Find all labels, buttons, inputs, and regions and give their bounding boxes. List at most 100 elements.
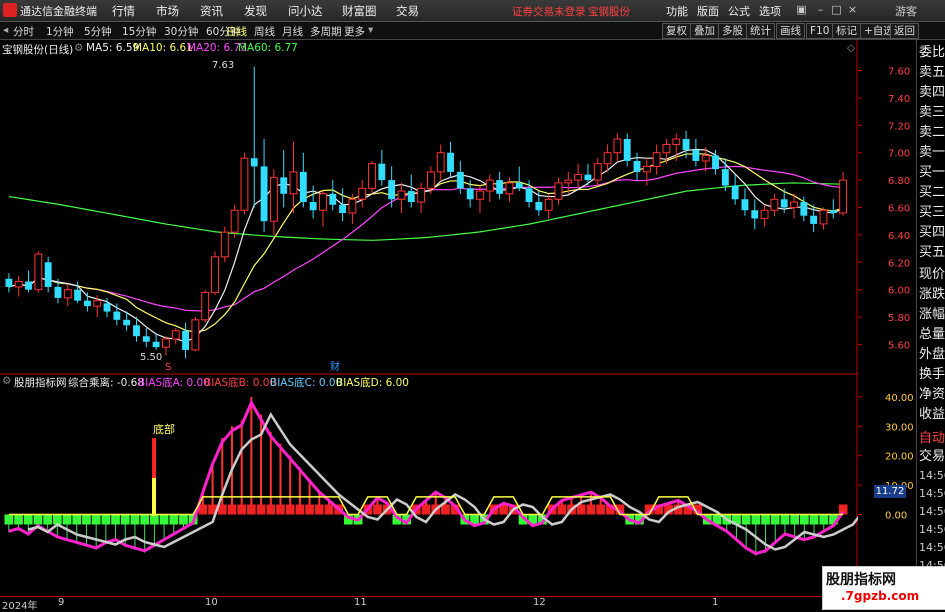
watermark-url: .7gpzb.com bbox=[841, 589, 920, 603]
menu-quotes[interactable]: 行情 bbox=[112, 3, 135, 19]
candle-body bbox=[378, 163, 386, 181]
adjust-button[interactable]: 复权 bbox=[662, 23, 691, 39]
candle-body bbox=[712, 155, 719, 170]
date-label-oct: 10 bbox=[205, 597, 218, 608]
side-trade[interactable]: 交易 bbox=[919, 448, 945, 465]
side-weibi[interactable]: 委比 bbox=[919, 44, 945, 61]
side-netasset[interactable]: 净资 bbox=[919, 386, 945, 403]
menu-market[interactable]: 市场 bbox=[156, 3, 179, 19]
candle-body bbox=[810, 215, 818, 224]
date-axis: 2024年 9 10 11 12 1 bbox=[0, 596, 916, 612]
side-sell5[interactable]: 卖五 bbox=[919, 64, 945, 81]
candle-body bbox=[564, 179, 573, 184]
close-icon[interactable]: × bbox=[846, 3, 859, 16]
period-intraday[interactable]: 分时 bbox=[13, 24, 34, 39]
candle-body bbox=[623, 139, 631, 161]
menu-options[interactable]: 选项 bbox=[759, 3, 781, 19]
candle-body bbox=[417, 187, 426, 203]
candle-body bbox=[790, 201, 798, 209]
menu-news[interactable]: 资讯 bbox=[200, 3, 223, 19]
side-outer[interactable]: 外盘 bbox=[919, 346, 945, 363]
period-more[interactable]: 更多 bbox=[344, 24, 365, 39]
return-button[interactable]: 返回 bbox=[890, 23, 919, 39]
indicator-pos-block bbox=[596, 504, 605, 515]
indicator-gear-icon[interactable]: ⚙ bbox=[2, 375, 11, 387]
login-notice[interactable]: 证券交易未登录 bbox=[512, 4, 586, 19]
side-buy4[interactable]: 买四 bbox=[919, 224, 945, 241]
side-sell4[interactable]: 卖四 bbox=[919, 84, 945, 101]
draw-button[interactable]: 画线 bbox=[776, 23, 805, 39]
side-auto[interactable]: 自动 bbox=[919, 430, 945, 447]
low-annotation: 5.50 bbox=[140, 352, 162, 363]
back-arrow-icon[interactable]: ◂ bbox=[3, 24, 8, 36]
candle-body bbox=[721, 169, 729, 186]
indicator-pos-block bbox=[276, 504, 285, 515]
candle-body bbox=[25, 281, 32, 290]
price-tick-label: 7.60 bbox=[888, 67, 910, 78]
maximize-icon[interactable]: □ bbox=[830, 3, 843, 16]
marker-s: S bbox=[165, 362, 171, 373]
indicator-pos-bar bbox=[240, 420, 243, 515]
candle-body bbox=[93, 300, 102, 307]
indicator-chart[interactable]: 底部 bbox=[0, 373, 858, 595]
side-buy2[interactable]: 买二 bbox=[919, 184, 945, 201]
candle-body bbox=[289, 171, 298, 195]
candle-body bbox=[662, 144, 671, 154]
settings-icon[interactable]: ⚙ bbox=[74, 42, 83, 54]
price-axis-labels: 7.60 7.40 7.20 7.00 6.80 6.60 6.40 6.20 6.00 5.80… bbox=[858, 67, 910, 351]
price-tick-label: 6.60 bbox=[888, 204, 910, 215]
period-5min[interactable]: 5分钟 bbox=[84, 24, 112, 39]
side-income[interactable]: 收益 bbox=[919, 406, 945, 423]
stats-button[interactable]: 统计 bbox=[746, 23, 775, 39]
side-change[interactable]: 涨跌 bbox=[919, 286, 945, 303]
side-sell1[interactable]: 卖一 bbox=[919, 144, 945, 161]
side-pct[interactable]: 涨幅 bbox=[919, 306, 945, 323]
indicator-pos-bar bbox=[221, 438, 224, 515]
skin-icon[interactable]: ▣ bbox=[795, 3, 808, 16]
menu-layout[interactable]: 版面 bbox=[697, 3, 719, 19]
side-sell2[interactable]: 卖二 bbox=[919, 124, 945, 141]
side-time-5: 14:56 bbox=[919, 541, 945, 554]
period-multi[interactable]: 多周期 bbox=[310, 24, 342, 39]
menu-formula[interactable]: 公式 bbox=[728, 3, 750, 19]
side-price[interactable]: 现价 bbox=[919, 266, 945, 283]
chevron-down-icon[interactable]: ▾ bbox=[368, 24, 373, 36]
candle-body bbox=[485, 179, 494, 192]
indicator-pos-block bbox=[295, 504, 305, 515]
mark-button[interactable]: 标记 bbox=[832, 23, 861, 39]
side-volume[interactable]: 总量 bbox=[919, 326, 945, 343]
expand-icon[interactable]: ◇ bbox=[847, 42, 855, 54]
menu-discover[interactable]: 发现 bbox=[244, 3, 267, 19]
period-1min[interactable]: 1分钟 bbox=[46, 24, 74, 39]
minimize-icon[interactable]: – bbox=[814, 3, 827, 16]
f10-button[interactable]: F10 bbox=[806, 23, 834, 39]
side-buy5[interactable]: 买五 bbox=[919, 244, 945, 261]
menu-trade[interactable]: 交易 bbox=[396, 3, 419, 19]
candle-body bbox=[574, 174, 583, 181]
period-monthly[interactable]: 月线 bbox=[282, 24, 303, 39]
candle-body bbox=[741, 199, 749, 211]
candle-body bbox=[54, 286, 62, 298]
period-30min[interactable]: 30分钟 bbox=[164, 24, 198, 39]
side-buy1[interactable]: 买一 bbox=[919, 164, 945, 181]
kline-chart[interactable]: 7.63 5.50 S 财 bbox=[0, 40, 858, 375]
stock-name: 宝钢股份(日线) bbox=[2, 44, 74, 56]
indicator-pos-block bbox=[586, 504, 596, 515]
indicator-pos-block bbox=[247, 504, 256, 515]
overlay-button[interactable]: 叠加 bbox=[690, 23, 719, 39]
side-time-1: 14:56 bbox=[919, 469, 945, 482]
side-turnover[interactable]: 换手 bbox=[919, 366, 945, 383]
side-sell3[interactable]: 卖三 bbox=[919, 104, 945, 121]
period-15min[interactable]: 15分钟 bbox=[122, 24, 156, 39]
period-daily[interactable]: 日线 bbox=[226, 24, 247, 39]
user-guest[interactable]: 游客 bbox=[895, 3, 917, 19]
menu-function[interactable]: 功能 bbox=[666, 3, 688, 19]
side-buy3[interactable]: 买三 bbox=[919, 204, 945, 221]
menu-wealth[interactable]: 财富圈 bbox=[342, 3, 377, 19]
multi-stock-button[interactable]: 多股 bbox=[718, 23, 747, 39]
period-weekly[interactable]: 周线 bbox=[254, 24, 275, 39]
high-annotation: 7.63 bbox=[212, 60, 234, 71]
menu-ask[interactable]: 问小达 bbox=[288, 3, 323, 19]
ma10-value: MA10: 6.61 bbox=[133, 42, 193, 54]
marker-cai: 财 bbox=[330, 360, 340, 373]
